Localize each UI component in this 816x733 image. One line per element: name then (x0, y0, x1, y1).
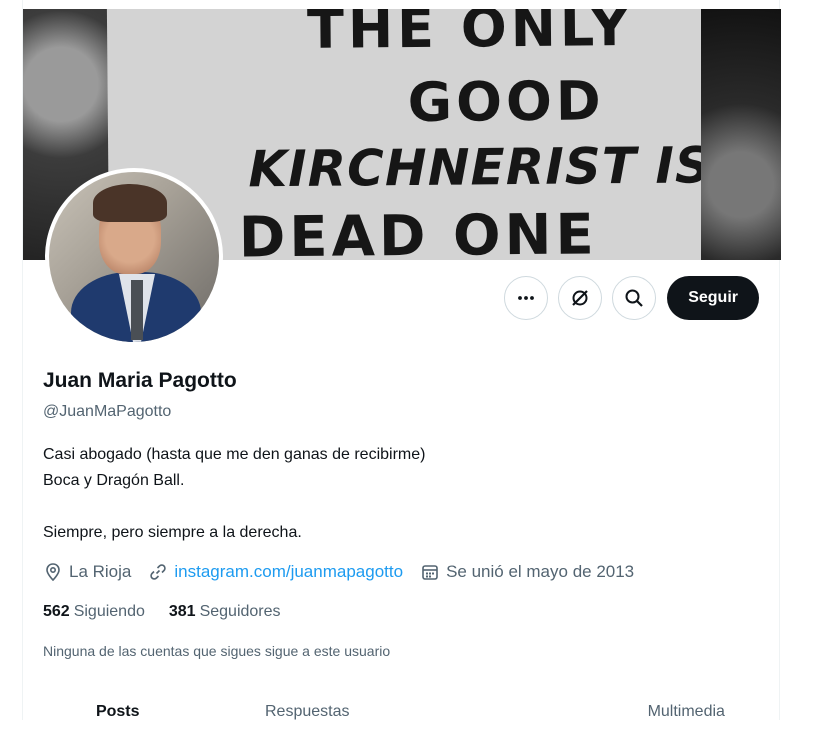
location-item: La Rioja (43, 562, 131, 582)
profile-handle: @JuanMaPagotto (43, 403, 172, 420)
profile-actions: Seguir (504, 276, 759, 320)
follow-stats: 562 Siguiendo 381 Seguidores (43, 603, 305, 621)
grok-button[interactable] (558, 276, 603, 320)
profile-name: Juan Maria Pagotto (43, 369, 237, 392)
tab-media[interactable]: Multimedia (592, 703, 782, 733)
more-button[interactable] (504, 276, 549, 320)
followers-link[interactable]: 381 Seguidores (169, 603, 281, 621)
sign-line-3: KIRCHNERIST IS A (248, 135, 771, 199)
website-link[interactable]: instagram.com/juanmapagotto (174, 562, 403, 582)
tab-posts[interactable]: Posts (23, 703, 213, 733)
followers-label: Seguidores (199, 603, 281, 620)
avatar[interactable] (45, 168, 223, 346)
following-count: 562 (43, 603, 70, 620)
mutuals-note: Ninguna de las cuentas que sigues sigue … (43, 643, 391, 659)
grok-icon (572, 290, 588, 306)
sign-line-4: DEAD ONE (238, 202, 598, 260)
bio-line-4: Siempre, pero siempre a la derecha. (43, 524, 302, 541)
bio-line-3 (43, 494, 425, 520)
joined-text: Se unió el mayo de 2013 (446, 562, 635, 581)
search-button[interactable] (612, 276, 657, 320)
link-icon (150, 564, 167, 580)
profile-column: THE ONLY GOOD KIRCHNERIST IS A DEAD ONE (22, 0, 781, 720)
avatar-photo (49, 172, 219, 342)
search-icon (625, 289, 643, 307)
calendar-icon (422, 565, 438, 580)
avatar-hair (93, 184, 167, 222)
more-icon (518, 296, 535, 300)
followers-count: 381 (168, 603, 196, 620)
profile-tabs: Posts Respuestas Multimedia (23, 703, 781, 733)
bio-line-1: Casi abogado (hasta que me den ganas de … (43, 446, 426, 463)
avatar-tie (131, 280, 143, 340)
bio-line-2: Boca y Dragón Ball. (43, 472, 185, 489)
joined-item: Se unió el mayo de 2013 (420, 562, 634, 582)
location-pin-icon (46, 563, 60, 582)
banner-crowd-right (701, 9, 781, 260)
sign-line-2: GOOD (407, 69, 605, 134)
following-label: Siguiendo (73, 603, 145, 620)
tab-hidden[interactable] (402, 703, 592, 733)
following-link[interactable]: 562 Siguiendo (43, 603, 145, 621)
tab-replies[interactable]: Respuestas (213, 703, 403, 733)
profile-bio: Casi abogado (hasta que me den ganas de … (43, 442, 425, 546)
website-item[interactable]: instagram.com/juanmapagotto (148, 562, 403, 582)
sign-line-1: THE ONLY (306, 9, 634, 61)
location-text: La Rioja (69, 562, 132, 581)
follow-button[interactable]: Seguir (667, 276, 759, 320)
profile-meta: La Rioja instagram.com/juanmapagotto Se … (43, 562, 651, 582)
